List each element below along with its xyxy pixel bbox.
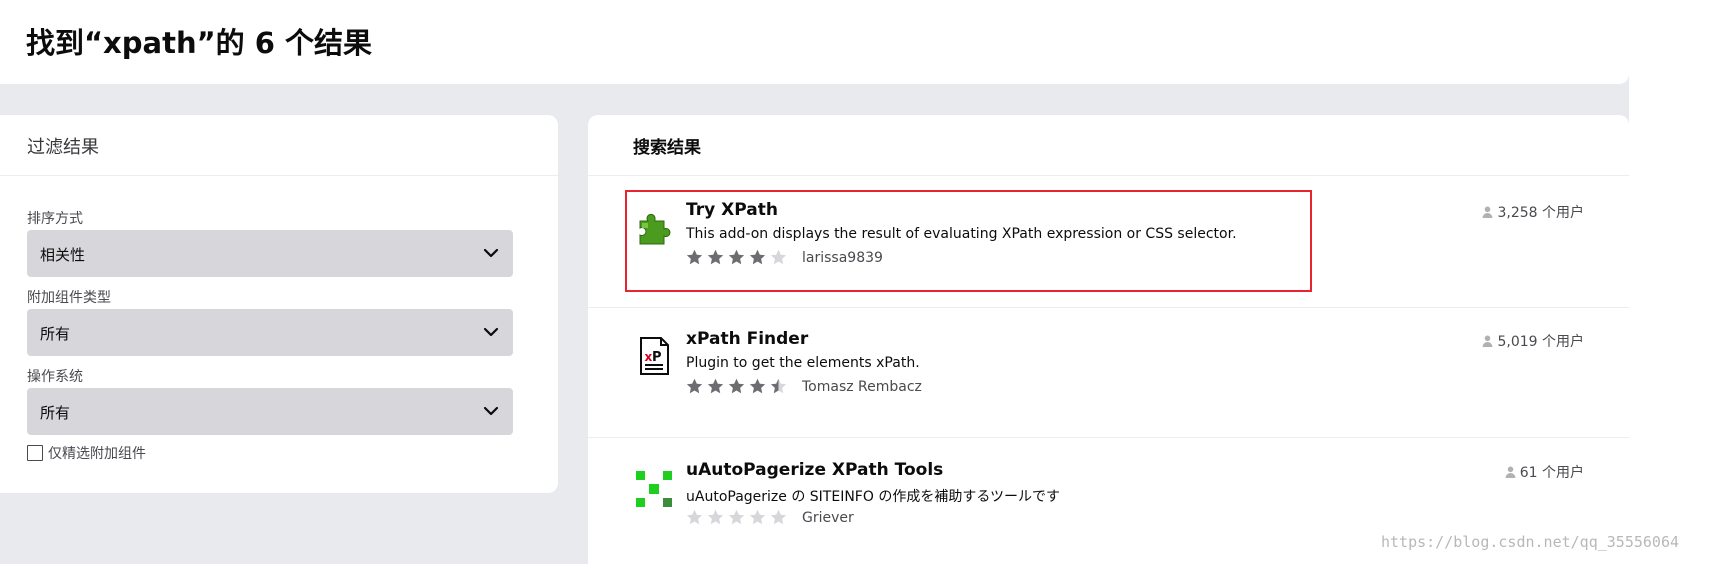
star-icon [770,378,787,394]
svg-text:P: P [652,350,662,365]
green-squares-icon [636,471,672,507]
result-name-link[interactable]: uAutoPagerize XPath Tools [686,460,943,480]
result-item[interactable]: x P xPath Finder Plugin to get the eleme… [588,307,1629,437]
star-icon [728,509,745,525]
user-count-text: 3,258 个用户 [1497,205,1584,221]
page-title: 找到“xpath”的 6 个结果 [26,26,373,60]
os-label: 操作系统 [27,369,83,385]
star-icon [686,378,703,394]
chevron-down-icon [483,248,499,258]
filter-heading: 过滤结果 [0,115,558,176]
rating-stars [686,378,787,395]
user-count-text: 5,019 个用户 [1497,334,1584,350]
recommended-checkbox[interactable] [27,445,43,461]
user-count: 61 个用户 [1505,462,1584,482]
sort-select[interactable]: 相关性 [27,230,513,277]
rating-stars [686,509,787,526]
star-icon [707,509,724,525]
result-name-link[interactable]: xPath Finder [686,329,808,349]
user-icon [1482,335,1493,347]
star-icon [770,509,787,525]
os-select-value: 所有 [40,404,71,422]
result-item[interactable]: Try XPath This add-on displays the resul… [588,177,1629,307]
result-author: Tomasz Rembacz [802,378,922,395]
page-header: 找到“xpath”的 6 个结果 [0,0,1629,84]
highlight-box [625,190,1312,292]
star-icon [686,509,703,525]
chevron-down-icon [483,406,499,416]
user-icon [1505,466,1516,478]
star-icon [749,378,766,394]
result-author: Griever [802,509,854,526]
user-count-text: 61 个用户 [1519,465,1584,481]
watermark: https://blog.csdn.net/qq_35556064 [1381,533,1680,551]
type-select-value: 所有 [40,325,71,343]
user-icon [1482,206,1493,218]
star-icon [728,378,745,394]
star-icon [749,509,766,525]
recommended-filter[interactable]: 仅精选附加组件 [27,443,558,463]
filter-panel: 过滤结果 排序方式 相关性 附加组件类型 所有 操作系统 所有 仅精选附加组件 [0,115,558,493]
xpath-document-icon: x P [640,337,669,375]
sort-label: 排序方式 [27,211,83,227]
results-panel: 搜索结果 Try XPath This add-on displays the … [588,115,1629,564]
type-label: 附加组件类型 [27,290,111,306]
os-select[interactable]: 所有 [27,388,513,435]
user-count: 5,019 个用户 [1482,331,1584,351]
result-summary: uAutoPagerize の SITEINFO の作成を補助するツールです [686,489,1061,505]
sort-select-value: 相关性 [40,246,86,264]
star-icon [707,378,724,394]
chevron-down-icon [483,327,499,337]
user-count: 3,258 个用户 [1482,202,1584,222]
result-summary: Plugin to get the elements xPath. [686,355,920,371]
type-select[interactable]: 所有 [27,309,513,356]
right-margin [1629,0,1723,564]
recommended-checkbox-label: 仅精选附加组件 [48,446,146,462]
results-heading: 搜索结果 [588,115,1629,176]
